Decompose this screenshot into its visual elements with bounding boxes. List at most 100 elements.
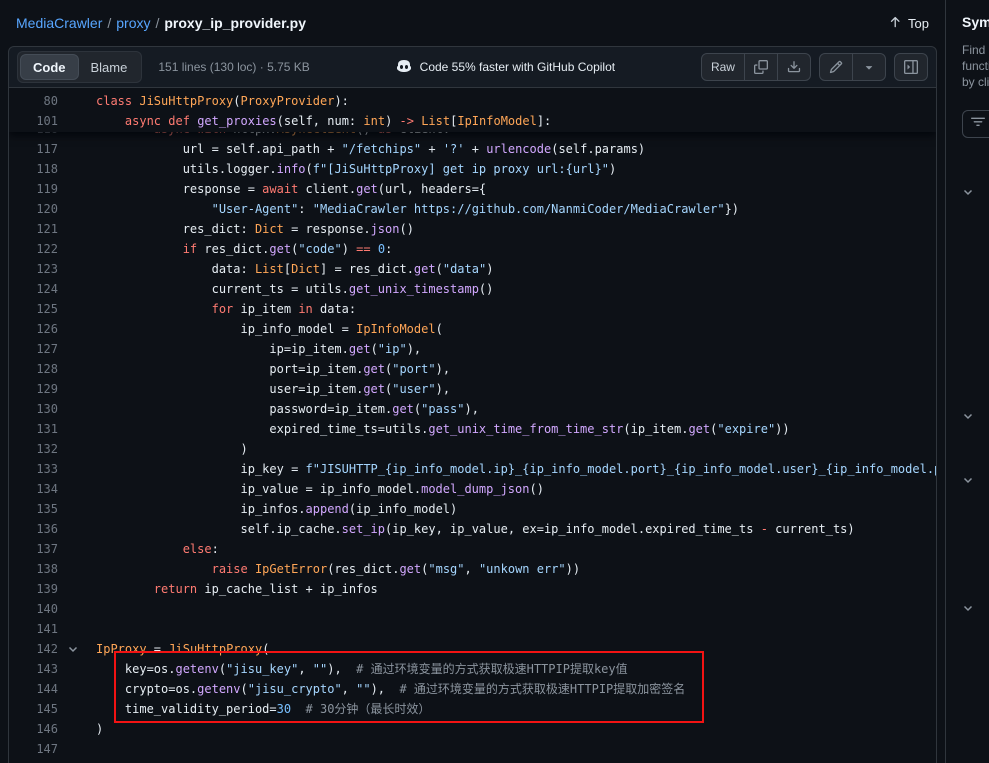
fold-chevron-icon[interactable] [58,639,96,659]
code-text: expired_time_ts=utils.get_unix_time_from… [96,419,936,439]
line-number[interactable]: 137 [9,539,58,559]
symbols-filter [962,110,989,138]
scroll-to-top-button[interactable]: Top [888,15,929,32]
line-number[interactable]: 142 [9,639,58,659]
line-number[interactable]: 80 [9,91,58,111]
line-number[interactable]: 131 [9,419,58,439]
line-number[interactable]: 130 [9,399,58,419]
line-number[interactable]: 121 [9,219,58,239]
line-number[interactable]: 143 [9,659,58,679]
code-line: 130 password=ip_item.get("pass"), [9,399,936,419]
line-number[interactable]: 118 [9,159,58,179]
gutter-spacer [58,419,96,439]
code-text: crypto=os.getenv("jisu_crypto", ""), # 通… [96,679,936,699]
line-number[interactable]: 140 [9,599,58,619]
code-line: 146) [9,719,936,739]
code-text [96,619,936,639]
code-line: 128 port=ip_item.get("port"), [9,359,936,379]
code-text: utils.logger.info(f"[JiSuHttpProxy] get … [96,159,936,179]
code-line: 131 expired_time_ts=utils.get_unix_time_… [9,419,936,439]
line-number[interactable]: 146 [9,719,58,739]
symbol-tree-item[interactable] [962,597,974,621]
raw-label: Raw [711,60,735,74]
copilot-callout[interactable]: Code 55% faster with GitHub Copilot [396,58,615,77]
line-number[interactable]: 138 [9,559,58,579]
line-number[interactable]: 125 [9,299,58,319]
gutter-spacer [58,579,96,599]
breadcrumb-repo-link[interactable]: MediaCrawler [16,15,102,31]
copy-button[interactable] [744,53,778,81]
code-text: ip_infos.append(ip_info_model) [96,499,936,519]
chevron-down-icon [962,186,974,201]
line-number[interactable]: 129 [9,379,58,399]
code-line: 147 [9,739,936,759]
gutter-spacer [58,199,96,219]
code-text: user=ip_item.get("user"), [96,379,936,399]
symbols-panel-toggle-button[interactable] [894,53,928,81]
code-line: 135 ip_infos.append(ip_info_model) [9,499,936,519]
line-number[interactable]: 117 [9,139,58,159]
tab-code[interactable]: Code [20,54,79,80]
code-text [96,739,936,759]
line-number[interactable]: 134 [9,479,58,499]
file-stats: 151 lines (130 loc) · 5.75 KB [158,60,309,74]
code-line: 133 ip_key = f"JISUHTTP_{ip_info_model.i… [9,459,936,479]
line-number[interactable]: 141 [9,619,58,639]
code-text: password=ip_item.get("pass"), [96,399,936,419]
line-number[interactable]: 132 [9,439,58,459]
download-button[interactable] [777,53,811,81]
symbols-panel-content: Symbols Find definitions and references … [946,0,989,138]
raw-button[interactable]: Raw [701,53,745,81]
gutter-spacer [58,539,96,559]
edit-dropdown-button[interactable] [852,53,886,81]
line-number[interactable]: 126 [9,319,58,339]
line-number[interactable]: 144 [9,679,58,699]
symbol-tree-item[interactable] [962,469,974,493]
copilot-text: Code 55% faster with GitHub Copilot [420,60,615,74]
gutter-spacer [58,519,96,539]
code-line: 134 ip_value = ip_info_model.model_dump_… [9,479,936,499]
line-number[interactable]: 119 [9,179,58,199]
gutter-spacer [58,91,96,111]
line-number[interactable]: 101 [9,111,58,131]
line-number[interactable]: 139 [9,579,58,599]
code-line: 123 data: List[Dict] = res_dict.get("dat… [9,259,936,279]
code-line: 141 [9,619,936,639]
code-text: if res_dict.get("code") == 0: [96,239,936,259]
gutter-spacer [58,619,96,639]
line-number[interactable]: 147 [9,739,58,759]
code-text: ip=ip_item.get("ip"), [96,339,936,359]
code-text: else: [96,539,936,559]
tab-blame[interactable]: Blame [79,54,140,80]
line-number[interactable]: 120 [9,199,58,219]
code-text: class JiSuHttpProxy(ProxyProvider): [96,91,936,111]
code-text: time_validity_period=30 # 30分钟（最长时效） [96,699,936,719]
arrow-up-icon [888,15,902,32]
line-number[interactable]: 135 [9,499,58,519]
line-number[interactable]: 124 [9,279,58,299]
code-line: 101 async def get_proxies(self, num: int… [9,111,936,131]
symbols-panel-title: Symbols [962,14,989,30]
line-number[interactable]: 133 [9,459,58,479]
code-text: port=ip_item.get("port"), [96,359,936,379]
code-text: ip_value = ip_info_model.model_dump_json… [96,479,936,499]
code-line: 126 ip_info_model = IpInfoModel( [9,319,936,339]
line-number[interactable]: 122 [9,239,58,259]
symbol-tree-item[interactable] [962,405,974,429]
symbol-tree-item[interactable] [962,181,974,205]
gutter-spacer [58,559,96,579]
edit-button[interactable] [819,53,853,81]
line-number[interactable]: 128 [9,359,58,379]
line-number[interactable]: 136 [9,519,58,539]
gutter-spacer [58,719,96,739]
chevron-down-icon [962,474,974,489]
chevron-down-icon [962,602,974,617]
line-number[interactable]: 145 [9,699,58,719]
code-text: self.ip_cache.set_ip(ip_key, ip_value, e… [96,519,936,539]
code-line: 139 return ip_cache_list + ip_infos [9,579,936,599]
line-number[interactable]: 123 [9,259,58,279]
breadcrumb-folder-link[interactable]: proxy [116,15,150,31]
gutter-spacer [58,279,96,299]
line-number[interactable]: 127 [9,339,58,359]
code-line: 125 for ip_item in data: [9,299,936,319]
